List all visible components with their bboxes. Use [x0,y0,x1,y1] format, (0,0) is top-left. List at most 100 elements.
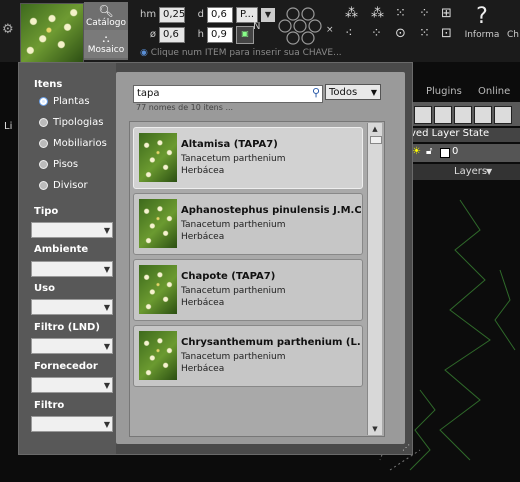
item-category: Herbácea [181,298,225,308]
catalogo-mosaico-panel: 🔍︎ Catálogo ⛬ Mosaico [84,2,128,60]
d-field[interactable]: 0,6 [207,6,233,23]
item-species: Tanacetum parthenium [181,352,286,362]
results-panel: ⚲ Todos ▼ 77 nomes de 10 itens ... Altam… [116,72,405,444]
chevron-down-icon: ▼ [103,226,110,235]
tab-plugins[interactable]: Plugins [426,86,462,97]
scroll-up-icon[interactable]: ▲ [368,123,382,135]
layer-tool-icon[interactable] [434,106,452,124]
radio-label: Tipologias [53,117,104,128]
uso-select[interactable]: ▼ [31,299,113,315]
d-label: d [197,9,204,20]
layer-tool-icon[interactable] [494,106,512,124]
catalogo-button[interactable]: 🔍︎ Catálogo [84,2,128,30]
info-icon: ◉ [140,48,148,58]
plant-thumbnail [139,133,177,182]
h-field[interactable]: 0,9 [207,26,233,43]
chevron-down-icon: ▼ [103,420,110,429]
selected-item-thumbnail[interactable] [20,3,84,63]
item-species: Tanacetum parthenium [181,154,286,164]
array-icon[interactable]: ⁘ [419,6,430,21]
item-species: Tanacetum parthenium [181,286,286,296]
layers-panel-label[interactable]: Layers ▼ [410,164,520,180]
radio-dot [39,97,48,106]
list-item[interactable]: Chapote (TAPA7) Tanacetum parthenium Her… [133,259,363,321]
ring-array-icon[interactable]: ⊙ [395,26,406,41]
chevron-down-icon: ▼ [103,303,110,312]
diameter-label: ø [149,29,156,40]
tipo-select[interactable]: ▼ [31,222,113,238]
item-title: Chrysanthemum parthenium (L.) Bern [181,337,361,348]
item-species: Tanacetum parthenium [181,220,286,230]
scatter-icon[interactable]: ⁂ [345,6,358,21]
itens-title: Itens [34,79,63,90]
search-input[interactable] [134,86,305,100]
radio-label: Mobiliarios [53,138,107,149]
radio-label: Pisos [53,159,79,170]
radio-tipologias[interactable]: Tipologias [39,117,103,128]
ambiente-select[interactable]: ▼ [31,261,113,277]
group-icon[interactable]: ⊞ [441,6,452,21]
layers-label: Layers [454,166,488,177]
layer-tool-icon[interactable] [474,106,492,124]
diameter-field[interactable]: 0,6 [159,26,185,43]
fill-icon[interactable]: ⊡ [441,26,452,41]
hexagon-pattern-icon[interactable]: × [268,4,338,48]
list-item[interactable]: Altamisa (TAPA7) Tanacetum parthenium He… [133,127,363,189]
radio-dot [39,160,48,169]
curve-array-icon[interactable]: ⁘ [371,26,382,41]
filtro-lnd-select[interactable]: ▼ [31,338,113,354]
chevron-down-icon: ▼ [486,167,493,176]
grid-icon[interactable]: ⁙ [395,6,406,21]
left-stub-label: Li [4,121,13,132]
lock-icon: 🔓︎ [426,146,433,157]
layer-tool-icon[interactable] [454,106,472,124]
ch-label[interactable]: Ch [507,30,519,40]
informa-button[interactable]: ? Informa [462,4,502,40]
fornecedor-label: Fornecedor [34,361,98,372]
informa-label: Informa [464,30,500,40]
plant-thumbnail [139,199,177,248]
radio-dot [39,139,48,148]
results-scrollbar[interactable]: ▲ ▼ [367,123,382,435]
radio-divisor[interactable]: Divisor [39,180,88,191]
layer-row[interactable]: ☀ 🔓︎ 0 [410,144,520,162]
search-box: ⚲ [133,85,323,103]
line-array-icon[interactable]: ⁖ [345,26,353,41]
catalog-popup: Itens Plantas Tipologias Mobiliarios Pis… [18,62,413,455]
category-select[interactable]: Todos ▼ [325,84,381,100]
item-title: Aphanostephus pinulensis J.M.Coult. ( [181,205,361,216]
sun-icon: ☀ [412,146,421,157]
layer-state[interactable]: ved Layer State [410,128,520,142]
hm-field[interactable]: 0,25 [159,6,185,23]
gear-icon[interactable]: ⚙ [2,22,14,37]
radio-plantas[interactable]: Plantas [39,96,90,107]
hm-label: hm [140,9,157,20]
mosaico-button[interactable]: ⛬ Mosaico [84,30,128,58]
layer-state-label: ved Layer State [410,128,490,139]
layer-tool-icon[interactable] [414,106,432,124]
tipo-label: Tipo [34,206,59,217]
radio-mobiliarios[interactable]: Mobiliarios [39,138,107,149]
filtro-lnd-label: Filtro (LND) [34,322,100,333]
scroll-down-icon[interactable]: ▼ [368,423,382,435]
radio-pisos[interactable]: Pisos [39,159,78,170]
mosaico-label: Mosaico [87,44,125,55]
scroll-thumb[interactable] [370,136,382,144]
tab-online[interactable]: Online [478,86,510,97]
cluster-icon[interactable]: ⁂ [371,6,384,21]
list-item[interactable]: Chrysanthemum parthenium (L.) Bern Tanac… [133,325,363,387]
resize-grip-icon[interactable]: ⋰ [402,443,410,452]
layer-value: 0 [452,146,459,157]
fornecedor-select[interactable]: ▼ [31,377,113,393]
ribbon-tabs: Plugins Online [410,86,520,100]
block-icon[interactable]: ▣ [236,25,254,44]
hint-text: ◉ Clique num ITEM para inserir sua CHAVE… [140,48,342,58]
list-item[interactable]: Aphanostephus pinulensis J.M.Coult. ( Ta… [133,193,363,255]
search-icon[interactable]: ⚲ [312,86,320,99]
result-count: 77 nomes de 10 itens ... [136,103,234,112]
color-swatch [440,148,450,158]
filtro-select[interactable]: ▼ [31,416,113,432]
hint-label: Clique num ITEM para inserir sua CHAVE..… [150,48,342,58]
dimension-row-2: ø 0,6 h 0,9 ▣ [140,25,254,44]
random-icon[interactable]: ⁙ [419,26,430,41]
